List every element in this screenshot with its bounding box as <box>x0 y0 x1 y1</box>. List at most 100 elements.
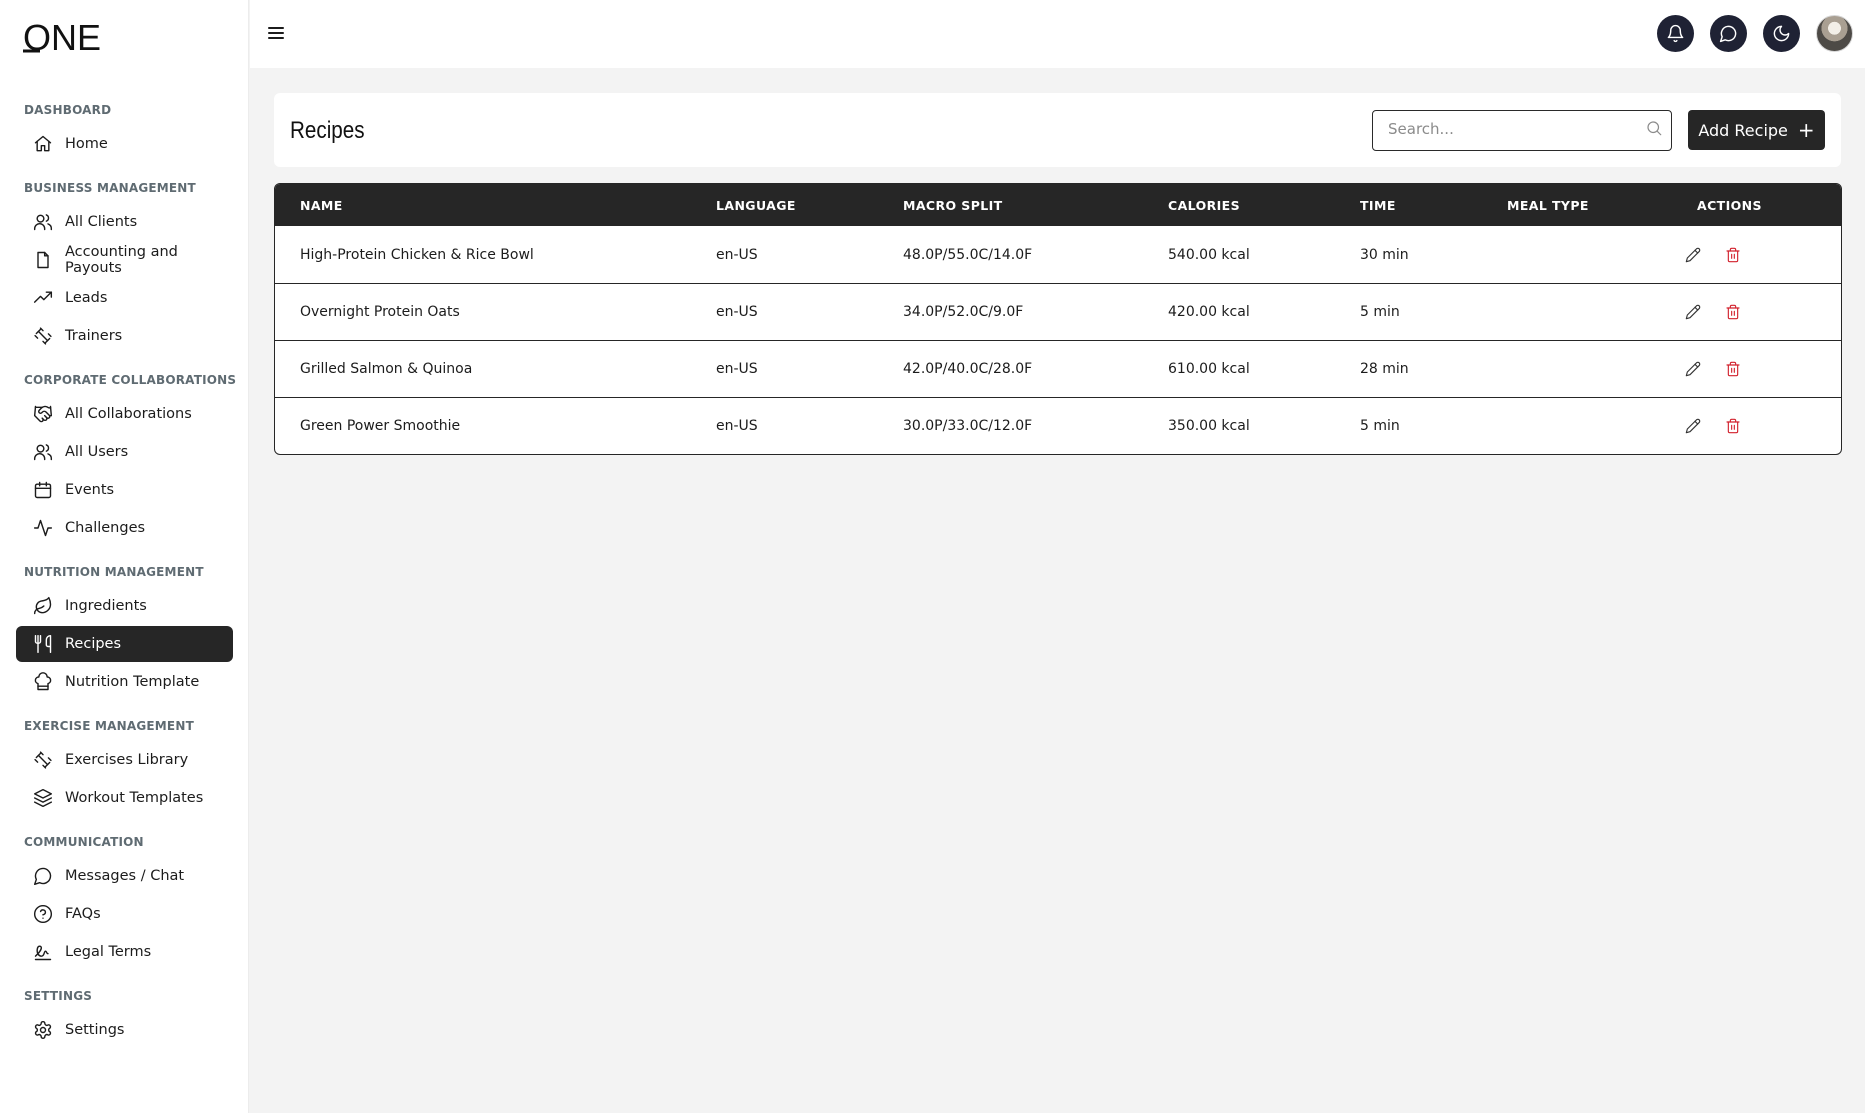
column-header-language[interactable]: LANGUAGE <box>716 198 796 213</box>
users-icon <box>33 442 53 462</box>
delete-button[interactable] <box>1723 302 1743 322</box>
column-header-name[interactable]: NAME <box>300 198 343 213</box>
table-row[interactable]: Overnight Protein Oats en-US 34.0P/52.0C/9… <box>275 283 1841 340</box>
cell-name: Overnight Protein Oats <box>300 304 460 320</box>
chef-hat-icon <box>33 672 53 692</box>
trash-icon <box>1726 418 1740 434</box>
sidebar-section-title: COMMUNICATION <box>24 835 144 849</box>
delete-button[interactable] <box>1723 359 1743 379</box>
pencil-icon <box>1685 247 1701 262</box>
search-box <box>1372 110 1672 151</box>
sidebar-item-label: Recipes <box>65 636 122 652</box>
row-actions <box>1683 302 1743 322</box>
cell-language: en-US <box>716 418 758 434</box>
edit-button[interactable] <box>1683 416 1703 436</box>
sidebar-item-events[interactable]: Events <box>16 472 233 508</box>
edit-button[interactable] <box>1683 302 1703 322</box>
sidebar-item-challenges[interactable]: Challenges <box>16 510 233 546</box>
sidebar-section-title: DASHBOARD <box>24 103 112 117</box>
table-row[interactable]: High-Protein Chicken & Rice Bowl en-US 48.… <box>275 226 1841 283</box>
cell-name: High-Protein Chicken & Rice Bowl <box>300 246 534 263</box>
sidebar-item-all-collaborations[interactable]: All Collaborations <box>16 396 233 432</box>
table-row[interactable]: Green Power Smoothie en-US 30.0P/33.0C/12.… <box>275 397 1841 454</box>
sidebar-item-label: All Collaborations <box>65 406 192 422</box>
sidebar-item-label: Accounting and Payouts <box>65 244 178 276</box>
column-header-time[interactable]: TIME <box>1360 198 1396 213</box>
help-circle-icon <box>33 904 53 924</box>
theme-toggle-button[interactable] <box>1763 15 1800 52</box>
sidebar-item-label: Settings <box>65 1022 125 1038</box>
column-header-meal-type[interactable]: MEAL TYPE <box>1507 198 1589 213</box>
sidebar-item-label: All Clients <box>65 214 138 230</box>
column-header-actions: ACTIONS <box>1697 197 1762 213</box>
leaf-icon <box>33 596 53 616</box>
menu-toggle-icon[interactable] <box>268 24 288 42</box>
sidebar-item-accounting-and-payouts[interactable]: Accounting and Payouts <box>16 242 233 278</box>
activity-icon <box>33 518 53 538</box>
cell-language: en-US <box>716 361 758 377</box>
column-header-macro-split[interactable]: MACRO SPLIT <box>903 198 1003 213</box>
sidebar-item-label: Legal Terms <box>65 944 152 960</box>
page-title: Recipes <box>290 117 365 144</box>
table-row[interactable]: Grilled Salmon & Quinoa en-US 42.0P/40.0C/… <box>275 340 1841 397</box>
delete-button[interactable] <box>1723 416 1743 436</box>
sidebar-item-label: Trainers <box>65 328 123 344</box>
sidebar-item-messages-chat[interactable]: Messages / Chat <box>16 858 233 894</box>
messages-button[interactable] <box>1710 15 1747 52</box>
cell-calories: 350.00 kcal <box>1168 418 1250 434</box>
brand-logo[interactable]: ONE <box>23 20 105 56</box>
sidebar-item-trainers[interactable]: Trainers <box>16 318 233 354</box>
sidebar-item-legal-terms[interactable]: Legal Terms <box>16 934 233 970</box>
sidebar-item-workout-templates[interactable]: Workout Templates <box>16 780 233 816</box>
column-header-calories[interactable]: CALORIES <box>1168 198 1240 213</box>
edit-button[interactable] <box>1683 359 1703 379</box>
delete-button[interactable] <box>1723 245 1743 265</box>
edit-button[interactable] <box>1683 245 1703 265</box>
notifications-button[interactable] <box>1657 15 1694 52</box>
sidebar-item-nutrition-template[interactable]: Nutrition Template <box>16 664 233 700</box>
file-icon <box>33 250 53 270</box>
cell-calories: 540.00 kcal <box>1168 246 1250 263</box>
sidebar-item-label: Ingredients <box>65 598 147 614</box>
cell-time: 5 min <box>1360 304 1400 320</box>
bell-icon <box>1667 24 1684 43</box>
sidebar-item-label: Nutrition Template <box>65 674 200 690</box>
sidebar-item-faqs[interactable]: FAQs <box>16 896 233 932</box>
home-icon <box>33 134 53 154</box>
layers-icon <box>33 788 53 808</box>
cell-time: 30 min <box>1360 246 1409 263</box>
dumbbell-icon <box>33 326 53 346</box>
sidebar-item-recipes[interactable]: Recipes <box>16 626 233 662</box>
users-icon <box>33 212 53 232</box>
cell-calories: 420.00 kcal <box>1168 304 1250 320</box>
pencil-icon <box>1685 418 1701 434</box>
sidebar-item-all-users[interactable]: All Users <box>16 434 233 470</box>
calendar-icon <box>33 480 53 500</box>
cell-name: Grilled Salmon & Quinoa <box>300 361 473 377</box>
gear-icon <box>33 1020 53 1040</box>
trash-icon <box>1726 304 1740 320</box>
sidebar-item-all-clients[interactable]: All Clients <box>16 204 233 240</box>
sidebar-item-label: FAQs <box>65 906 101 922</box>
row-actions <box>1683 245 1743 265</box>
sidebar-section-title: NUTRITION MANAGEMENT <box>24 565 204 579</box>
trending-up-icon <box>33 288 53 308</box>
sidebar-item-leads[interactable]: Leads <box>16 280 233 316</box>
page-header: Recipes Add Recipe + <box>274 93 1841 167</box>
pencil-icon <box>1685 304 1701 320</box>
search-input[interactable] <box>1388 111 1628 147</box>
utensils-icon <box>33 634 53 654</box>
sidebar-item-settings[interactable]: Settings <box>16 1012 233 1048</box>
cell-language: en-US <box>716 304 758 320</box>
sidebar-item-exercises-library[interactable]: Exercises Library <box>16 742 233 778</box>
add-recipe-button[interactable]: Add Recipe + <box>1688 110 1825 150</box>
sidebar: ONE DASHBOARD Home BUSINESS MANAGEMENT All … <box>0 0 249 1113</box>
sidebar-item-home[interactable]: Home <box>16 126 233 162</box>
avatar[interactable] <box>1816 15 1853 52</box>
search-icon[interactable] <box>1645 119 1663 137</box>
sidebar-item-ingredients[interactable]: Ingredients <box>16 588 233 624</box>
sidebar-item-label: All Users <box>65 444 129 460</box>
cell-macro-split: 34.0P/52.0C/9.0F <box>903 304 1024 320</box>
pencil-icon <box>1685 361 1701 377</box>
cell-time: 5 min <box>1360 418 1400 434</box>
